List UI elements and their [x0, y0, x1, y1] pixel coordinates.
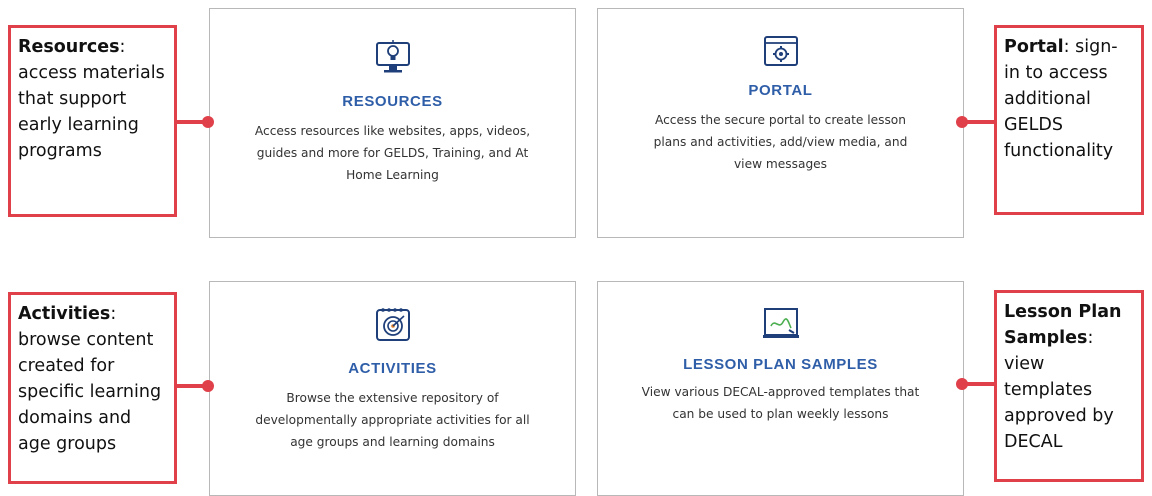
target-calendar-icon [373, 304, 413, 349]
lesson-plan-samples-connector-dot [956, 378, 968, 390]
resources-description: Access resources like websites, apps, vi… [254, 124, 531, 182]
chalkboard-icon [761, 304, 801, 349]
lesson-plan-samples-annotation-text: view templates approved by DECAL [1004, 354, 1114, 452]
resources-card[interactable]: RESOURCES Access resources like websites… [209, 8, 576, 238]
activities-annotation-text: browse content created for specific lear… [18, 330, 162, 454]
lesson-plan-samples-card[interactable]: LESSON PLAN SAMPLES View various DECAL-a… [597, 281, 964, 496]
lesson-plan-samples-annotation-term: Lesson Plan Samples [1004, 302, 1122, 348]
resources-annotation-text: access materials that support early lear… [18, 63, 165, 161]
lesson-plan-samples-description: View various DECAL-approved templates th… [641, 385, 920, 421]
portal-description: Access the secure portal to create lesso… [653, 113, 908, 171]
resources-annotation-term: Resources [18, 37, 120, 57]
portal-connector-dot [956, 116, 968, 128]
activities-description: Browse the extensive repository of devel… [255, 391, 530, 449]
resources-annotation: Resources: access materials that support… [8, 25, 177, 217]
activities-annotation-term: Activities [18, 304, 111, 324]
gear-window-icon [761, 33, 801, 78]
portal-annotation-term: Portal [1004, 37, 1064, 57]
lightbulb-monitor-icon [373, 37, 413, 82]
lesson-plan-samples-annotation: Lesson Plan Samples: view templates appr… [994, 290, 1144, 482]
portal-card[interactable]: PORTAL Access the secure portal to creat… [597, 8, 964, 238]
lesson-plan-samples-title[interactable]: LESSON PLAN SAMPLES [598, 356, 963, 373]
activities-connector-dot [202, 380, 214, 392]
resources-title[interactable]: RESOURCES [210, 93, 575, 110]
activities-card[interactable]: ACTIVITIES Browse the extensive reposito… [209, 281, 576, 496]
activities-annotation: Activities: browse content created for s… [8, 292, 177, 484]
portal-annotation: Portal: sign-in to access additional GEL… [994, 25, 1144, 215]
activities-title[interactable]: ACTIVITIES [210, 360, 575, 377]
portal-title[interactable]: PORTAL [598, 82, 963, 99]
resources-connector-dot [202, 116, 214, 128]
